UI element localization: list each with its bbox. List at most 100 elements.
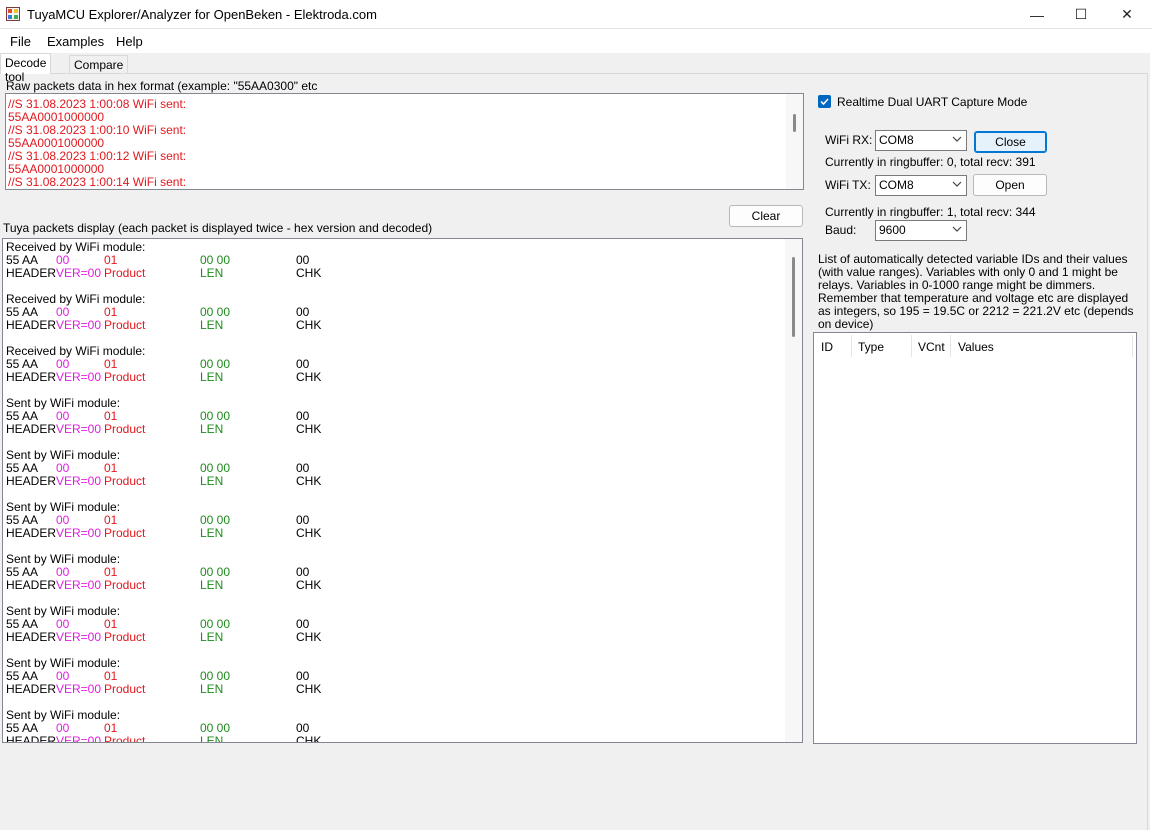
packet-decoded-checksum: CHK: [296, 734, 322, 743]
packet-decoded-header: HEADER: [6, 318, 57, 332]
wifi-rx-port-select[interactable]: COM8: [875, 130, 967, 151]
packet-decoded-product: Product: [104, 682, 146, 696]
packet-decoded-version: VER=00: [56, 578, 102, 592]
packet-decoded-product: Product: [104, 578, 146, 592]
packet-decoded-product: Product: [104, 474, 146, 488]
minimize-button[interactable]: —: [1014, 0, 1060, 29]
tx-open-button[interactable]: Open: [973, 174, 1047, 196]
tx-status-text: Currently in ringbuffer: 1, total recv: …: [825, 205, 1036, 219]
checkmark-icon: [820, 98, 829, 106]
packet-decoded-version: VER=00: [56, 734, 102, 743]
packet-decoded-header: HEADER: [6, 734, 57, 743]
packet-decoded-version: VER=00: [56, 318, 102, 332]
packet-decoded-length: LEN: [200, 370, 224, 384]
menu-help[interactable]: Help: [116, 34, 143, 49]
packet-decoded-product: Product: [104, 318, 146, 332]
packet-entry: Received by WiFi module: 55 AA 00 01 00 00 00…: [6, 345, 766, 397]
packet-decoded-checksum: CHK: [296, 526, 322, 540]
packet-decoded-header: HEADER: [6, 370, 57, 384]
packet-decoded-version: VER=00: [56, 526, 102, 540]
column-separator[interactable]: [911, 335, 912, 357]
chevron-down-icon: [952, 136, 962, 142]
variables-description-line: as integers, so 195 = 19.5C or 2212 = 22…: [818, 304, 1134, 318]
packets-display[interactable]: Received by WiFi module: 55 AA 00 01 00 00 00…: [2, 238, 803, 743]
packet-decoded-version: VER=00: [56, 266, 102, 280]
packet-decoded-version: VER=00: [56, 422, 102, 436]
menu-file[interactable]: File: [10, 34, 31, 49]
baud-value: 9600: [879, 223, 906, 237]
packet-decoded-header: HEADER: [6, 578, 57, 592]
packet-entry: Sent by WiFi module: 55 AA 00 01 00 00 00 HEAD…: [6, 553, 766, 605]
column-header-vcnt[interactable]: VCnt: [918, 340, 945, 354]
raw-scrollbar[interactable]: [786, 94, 803, 189]
column-separator[interactable]: [950, 335, 951, 357]
packet-decoded-checksum: CHK: [296, 266, 322, 280]
wifi-tx-port-value: COM8: [879, 178, 914, 192]
close-icon: ✕: [1121, 6, 1133, 22]
title-bar: TuyaMCU Explorer/Analyzer for OpenBeken …: [0, 0, 1152, 29]
realtime-capture-label: Realtime Dual UART Capture Mode: [837, 95, 1028, 109]
packet-decoded-length: LEN: [200, 682, 224, 696]
wifi-tx-port-select[interactable]: COM8: [875, 175, 967, 196]
packet-decoded-version: VER=00: [56, 474, 102, 488]
clear-button[interactable]: Clear: [729, 205, 803, 227]
packet-entry: Sent by WiFi module: 55 AA 00 01 00 00 00 HEAD…: [6, 501, 766, 553]
realtime-capture-checkbox[interactable]: [818, 95, 831, 108]
packet-entry: Sent by WiFi module: 55 AA 00 01 00 00 00 HEAD…: [6, 657, 766, 709]
packet-decoded-product: Product: [104, 266, 146, 280]
packets-scrollbar-thumb[interactable]: [792, 257, 795, 337]
packet-entry: Sent by WiFi module: 55 AA 00 01 00 00 00 HEAD…: [6, 397, 766, 449]
packet-decoded-product: Product: [104, 630, 146, 644]
packets-scrollbar[interactable]: [785, 239, 802, 742]
rx-status-text: Currently in ringbuffer: 0, total recv: …: [825, 155, 1036, 169]
maximize-button[interactable]: ☐: [1058, 0, 1104, 29]
raw-packets-textbox[interactable]: //S 31.08.2023 1:00:08 WiFi sent: 55AA00…: [5, 93, 804, 190]
packet-decoded-length: LEN: [200, 526, 224, 540]
rx-close-button[interactable]: Close: [974, 131, 1047, 153]
packet-decoded-checksum: CHK: [296, 474, 322, 488]
packet-decoded-length: LEN: [200, 630, 224, 644]
packet-decoded-header: HEADER: [6, 526, 57, 540]
raw-line: //S 31.08.2023 1:00:14 WiFi sent:: [8, 175, 187, 189]
packet-decoded-header: HEADER: [6, 630, 57, 644]
menu-bar: File Examples Help: [0, 29, 1152, 53]
variables-list[interactable]: ID Type VCnt Values: [813, 332, 1137, 744]
variables-list-header: ID Type VCnt Values: [814, 333, 1136, 358]
packet-decoded-header: HEADER: [6, 422, 57, 436]
variables-description-line: List of automatically detected variable …: [818, 252, 1128, 266]
packet-decoded-header: HEADER: [6, 682, 57, 696]
raw-packets-label: Raw packets data in hex format (example:…: [6, 79, 318, 93]
column-header-id[interactable]: ID: [821, 340, 833, 354]
packets-label: Tuya packets display (each packet is dis…: [3, 221, 433, 235]
column-separator[interactable]: [1132, 335, 1133, 357]
maximize-icon: ☐: [1074, 6, 1088, 22]
packet-decoded-length: LEN: [200, 266, 224, 280]
close-window-button[interactable]: ✕: [1104, 0, 1150, 29]
packet-decoded-length: LEN: [200, 318, 224, 332]
raw-scrollbar-thumb[interactable]: [793, 114, 796, 132]
packet-decoded-length: LEN: [200, 578, 224, 592]
menu-examples[interactable]: Examples: [47, 34, 104, 49]
packet-decoded-product: Product: [104, 526, 146, 540]
tab-decode-tool[interactable]: Decode tool: [0, 53, 52, 84]
packet-decoded-checksum: CHK: [296, 578, 322, 592]
packet-decoded-product: Product: [104, 422, 146, 436]
packet-decoded-version: VER=00: [56, 630, 102, 644]
variables-description-line: Remember that temperature and voltage et…: [818, 291, 1129, 305]
packet-decoded-header: HEADER: [6, 266, 57, 280]
baud-select[interactable]: 9600: [875, 220, 967, 241]
packet-decoded-header: HEADER: [6, 474, 57, 488]
column-separator[interactable]: [851, 335, 852, 357]
packet-decoded-version: VER=00: [56, 682, 102, 696]
packet-decoded-length: LEN: [200, 734, 224, 743]
tab-compare-tool[interactable]: Compare tool: [69, 55, 129, 86]
packet-decoded-version: VER=00: [56, 370, 102, 384]
packet-entry: Sent by WiFi module: 55 AA 00 01 00 00 00 HEAD…: [6, 449, 766, 501]
app-icon: [6, 7, 20, 21]
packet-decoded-checksum: CHK: [296, 318, 322, 332]
column-header-values[interactable]: Values: [958, 340, 994, 354]
window-title: TuyaMCU Explorer/Analyzer for OpenBeken …: [27, 7, 377, 22]
packet-decoded-checksum: CHK: [296, 630, 322, 644]
packet-decoded-checksum: CHK: [296, 422, 322, 436]
column-header-type[interactable]: Type: [858, 340, 884, 354]
